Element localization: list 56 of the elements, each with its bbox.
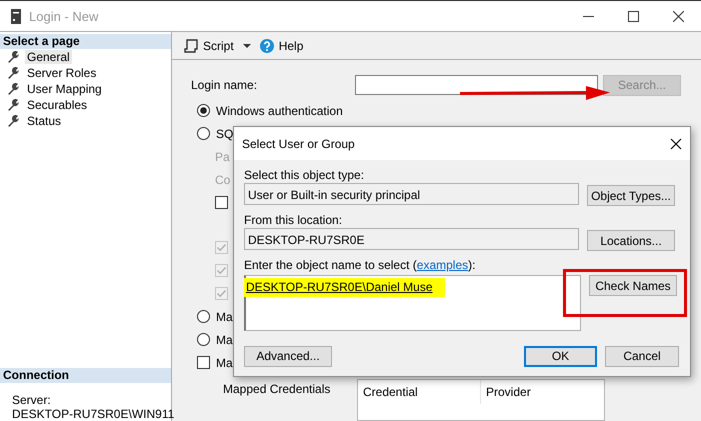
wrench-icon bbox=[7, 83, 19, 95]
location-field: DESKTOP-RU7SR0E bbox=[244, 228, 579, 250]
script-button[interactable]: Script bbox=[203, 38, 234, 52]
section-header: Select a page bbox=[0, 34, 171, 49]
option-label: SQ bbox=[216, 126, 234, 140]
field-label: Login name: bbox=[191, 78, 258, 92]
wrench-icon bbox=[7, 115, 19, 127]
radio-button[interactable] bbox=[197, 127, 210, 140]
maximize-icon[interactable] bbox=[628, 10, 639, 22]
option-label: Pa bbox=[215, 150, 230, 164]
option-label: Ma bbox=[216, 332, 233, 346]
checkbox[interactable] bbox=[197, 356, 210, 369]
column-header[interactable]: Credential bbox=[358, 380, 481, 404]
option-label: Ma bbox=[216, 356, 233, 370]
help-button[interactable]: Help bbox=[278, 38, 304, 52]
section-header: Connection bbox=[0, 368, 171, 383]
login-name-field[interactable] bbox=[355, 75, 598, 95]
wrench-icon bbox=[7, 67, 19, 79]
wrench-icon bbox=[7, 99, 19, 111]
field-label: From this location: bbox=[244, 212, 344, 228]
sidebar-item[interactable]: Securables bbox=[25, 98, 90, 112]
radio-button[interactable] bbox=[197, 333, 210, 346]
server-icon bbox=[11, 8, 21, 24]
window-title: Login - New bbox=[29, 8, 98, 24]
advanced-button[interactable]: Advanced... bbox=[244, 346, 332, 366]
sidebar-item[interactable]: General bbox=[25, 50, 72, 64]
close-icon[interactable] bbox=[670, 138, 682, 150]
object-name-field[interactable]: DESKTOP-RU7SR0E\Daniel Muse bbox=[244, 275, 581, 331]
option-label: Windows authentication bbox=[216, 104, 343, 118]
sidebar-item[interactable]: Server Roles bbox=[25, 66, 98, 80]
check-names-button[interactable]: Check Names bbox=[589, 275, 677, 296]
object-name: DESKTOP-RU7SR0E\Daniel Muse bbox=[244, 278, 445, 297]
dialog-title: Select User or Group bbox=[242, 136, 355, 150]
ok-button[interactable]: OK bbox=[524, 346, 597, 366]
column-header[interactable]: Provider bbox=[481, 380, 536, 404]
locations-button[interactable]: Locations... bbox=[587, 230, 675, 251]
object-type-field: User or Built-in security principal bbox=[244, 183, 579, 205]
sidebar-item[interactable]: Status bbox=[25, 114, 64, 128]
caret-icon[interactable] bbox=[242, 44, 251, 48]
field-label: Mapped Credentials bbox=[223, 382, 332, 398]
radio-button[interactable] bbox=[197, 310, 210, 323]
field-label: Select this object type: bbox=[244, 167, 366, 183]
examples-link[interactable]: examples bbox=[416, 258, 468, 272]
help-icon[interactable] bbox=[260, 38, 274, 52]
object-types-button[interactable]: Object Types... bbox=[587, 185, 675, 206]
field-label: Enter the object name to select (examples): bbox=[244, 257, 476, 273]
option-label: Ma bbox=[216, 310, 233, 324]
close-icon[interactable] bbox=[673, 10, 684, 22]
cancel-button[interactable]: Cancel bbox=[605, 346, 679, 366]
radio-button[interactable] bbox=[197, 104, 210, 117]
checkbox[interactable] bbox=[215, 196, 228, 209]
script-icon[interactable] bbox=[184, 38, 198, 52]
sidebar-item[interactable]: User Mapping bbox=[25, 82, 104, 96]
server-label: Server: bbox=[12, 393, 52, 407]
wrench-icon bbox=[7, 51, 19, 63]
option-label: Co bbox=[215, 172, 230, 186]
